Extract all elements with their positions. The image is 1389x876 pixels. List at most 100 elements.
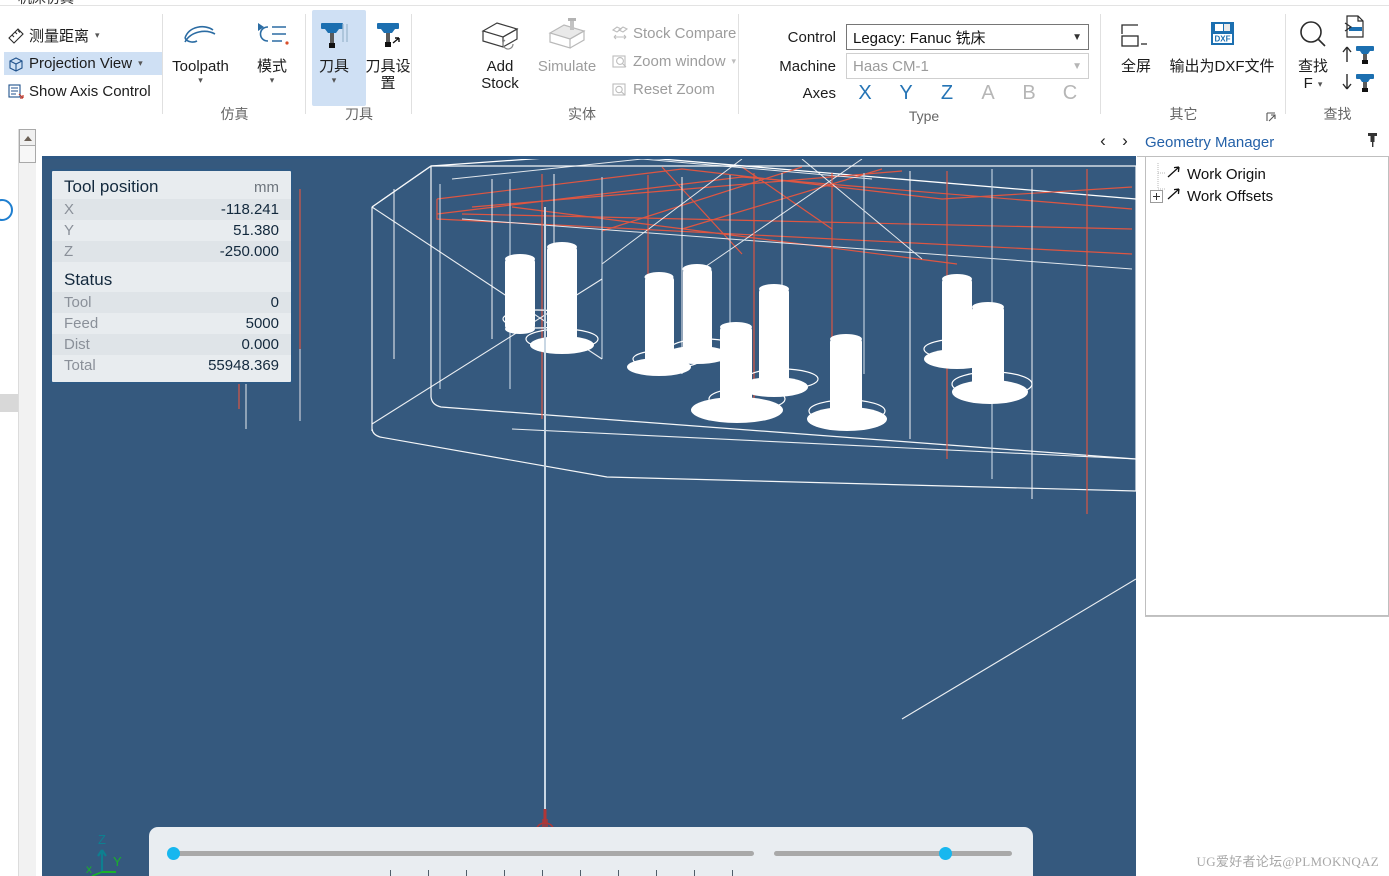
scroll-thumb[interactable]	[19, 146, 36, 163]
projection-view-button[interactable]: Projection View ▾	[4, 52, 162, 75]
toolpath-caret[interactable]: ▾	[163, 75, 238, 85]
toolpath-button[interactable]: Toolpath ▾	[163, 12, 238, 85]
measure-distance-button[interactable]: 测量距离 ▾	[4, 24, 103, 47]
stock-compare-label: Stock Compare	[633, 25, 737, 42]
zoom-window-caret: ▾	[731, 56, 737, 66]
tool-label: 刀具	[318, 58, 349, 75]
tree-item-label: Work Offsets	[1187, 187, 1274, 205]
playback-slider-knob[interactable]	[167, 847, 180, 860]
find-button[interactable]: 查找 F ▾	[1286, 12, 1340, 92]
measure-distance-caret[interactable]: ▾	[95, 30, 100, 41]
axis-toggle-x[interactable]: X	[852, 82, 878, 105]
dialog-launcher-icon[interactable]	[1266, 111, 1278, 123]
reset-zoom-label: Reset Zoom	[633, 81, 715, 98]
nav-next-button[interactable]: ›	[1114, 130, 1136, 152]
tree-connector	[1157, 163, 1166, 190]
show-axis-control-button[interactable]: Show Axis Control	[4, 80, 154, 103]
axes-label: Axes	[802, 85, 836, 102]
tool-position-row-x: X -118.241	[52, 199, 291, 220]
speed-slider[interactable]	[774, 847, 1012, 860]
svg-text:DXF: DXF	[1215, 35, 1231, 44]
status-value-dist: 0.000	[241, 336, 279, 353]
nav-prev-button[interactable]: ‹	[1092, 130, 1114, 152]
simulate-icon	[532, 12, 602, 58]
stock-compare-icon	[611, 25, 629, 43]
ribbon-group-view: 测量距离 ▾ Projection View ▾ Show Axis Contr…	[0, 6, 163, 126]
tool-position-units: mm	[254, 178, 279, 196]
mode-button[interactable]: 模式 ▾	[238, 12, 306, 85]
axis-triad-y-label: Y	[113, 854, 122, 869]
tree-item-work-offsets[interactable]: Work Offsets	[1150, 185, 1273, 207]
left-panel-selected-row	[0, 394, 18, 412]
zoom-window-button: Zoom window ▾	[608, 50, 739, 73]
toolpath-label: Toolpath	[172, 58, 229, 75]
axis-key-y: Y	[64, 222, 75, 239]
tool-settings-button[interactable]: 刀具设置	[364, 12, 412, 92]
show-axis-control-label: Show Axis Control	[29, 83, 151, 100]
axis-toggle-b[interactable]: B	[1016, 82, 1042, 105]
axis-toggle-z[interactable]: Z	[934, 82, 960, 105]
goto-line-button[interactable]	[1341, 14, 1381, 40]
viewport-header: ‹ ›	[0, 126, 1136, 159]
tool-caret[interactable]: ▾	[306, 75, 362, 85]
axis-list-icon	[7, 83, 25, 101]
pin-icon[interactable]	[1366, 132, 1379, 153]
axis-toggle-a[interactable]: A	[975, 82, 1001, 105]
speed-slider-track[interactable]	[774, 851, 1012, 856]
chevron-down-icon[interactable]: ▼	[1072, 32, 1082, 43]
tool-button[interactable]: 刀具 ▾	[306, 12, 362, 85]
axis-value-x: -118.241	[220, 201, 279, 218]
ribbon-group-other: 全屏 DXF 输出为DXF文件 其它	[1101, 6, 1286, 126]
add-stock-button[interactable]: Add Stock	[468, 12, 532, 92]
status-row-feed: Feed 5000	[52, 313, 291, 334]
projection-view-label: Projection View	[29, 55, 133, 72]
playback-slider[interactable]	[167, 847, 754, 860]
tree-item-label: Work Origin	[1187, 165, 1266, 183]
stock-block-icon	[468, 12, 532, 58]
fullscreen-button[interactable]: 全屏	[1111, 12, 1161, 75]
stock-compare-button: Stock Compare	[608, 22, 739, 45]
geometry-manager-title: Geometry Manager	[1145, 133, 1275, 151]
tool-position-title: Tool position	[64, 177, 159, 196]
reset-zoom-icon	[611, 81, 629, 99]
ribbon-group-find: 查找 F ▾ 查找	[1286, 6, 1389, 126]
export-dxf-label: 输出为DXF文件	[1169, 58, 1275, 75]
group-label-other: 其它	[1169, 106, 1198, 122]
mode-caret[interactable]: ▾	[238, 75, 306, 85]
tree-item-work-origin[interactable]: Work Origin	[1150, 163, 1266, 185]
left-panel-circle-icon	[0, 199, 13, 221]
watermark: UG爱好者论坛@PLMOKNQAZ	[1196, 854, 1379, 869]
scroll-up-button[interactable]	[19, 129, 36, 146]
axis-toggle-y[interactable]: Y	[893, 82, 919, 105]
vertical-scrollbar[interactable]	[18, 129, 36, 876]
prev-tool-button[interactable]	[1341, 41, 1385, 67]
status-key-tool: Tool	[64, 294, 92, 311]
ribbon-group-tool: 刀具 ▾ 刀具设置 刀具	[306, 6, 412, 126]
status-value-total: 55948.369	[208, 357, 279, 374]
speed-slider-knob[interactable]	[939, 847, 952, 860]
reset-zoom-button: Reset Zoom	[608, 78, 718, 101]
tool-position-row-y: Y 51.380	[52, 220, 291, 241]
geometry-manager-panel: Geometry Manager Work Origin Work Offset…	[1137, 126, 1389, 876]
export-dxf-button[interactable]: DXF 输出为DXF文件	[1163, 12, 1281, 75]
tool-item	[525, 242, 599, 354]
status-header: Status	[52, 268, 291, 292]
axis-value-z: -250.000	[219, 243, 279, 260]
projection-view-caret[interactable]: ▾	[138, 58, 143, 69]
status-key-dist: Dist	[64, 336, 90, 353]
group-label-tool: 刀具	[345, 106, 373, 122]
axis-toggle-c[interactable]: C	[1057, 82, 1083, 105]
axis-triad-x-label: x	[86, 862, 92, 876]
find-caret[interactable]: ▾	[1318, 79, 1323, 89]
geometry-tree[interactable]: Work Origin Work Offsets	[1145, 157, 1389, 616]
axes-toggle-row: X Y Z A B C	[852, 82, 1083, 105]
axis-triad-icon	[91, 849, 116, 876]
toolpath-curve-icon	[163, 12, 238, 58]
playback-slider-track[interactable]	[169, 851, 754, 856]
next-tool-button[interactable]	[1341, 69, 1385, 95]
application-window: 机床仿真 测量距离 ▾ Projection View ▾	[0, 0, 1389, 876]
add-stock-label: Add Stock	[481, 58, 519, 92]
control-combobox[interactable]: Legacy: Fanuc 铣床 ▼	[846, 24, 1089, 50]
status-row-total: Total 55948.369	[52, 355, 291, 376]
axis-arrow-icon	[1166, 165, 1183, 183]
